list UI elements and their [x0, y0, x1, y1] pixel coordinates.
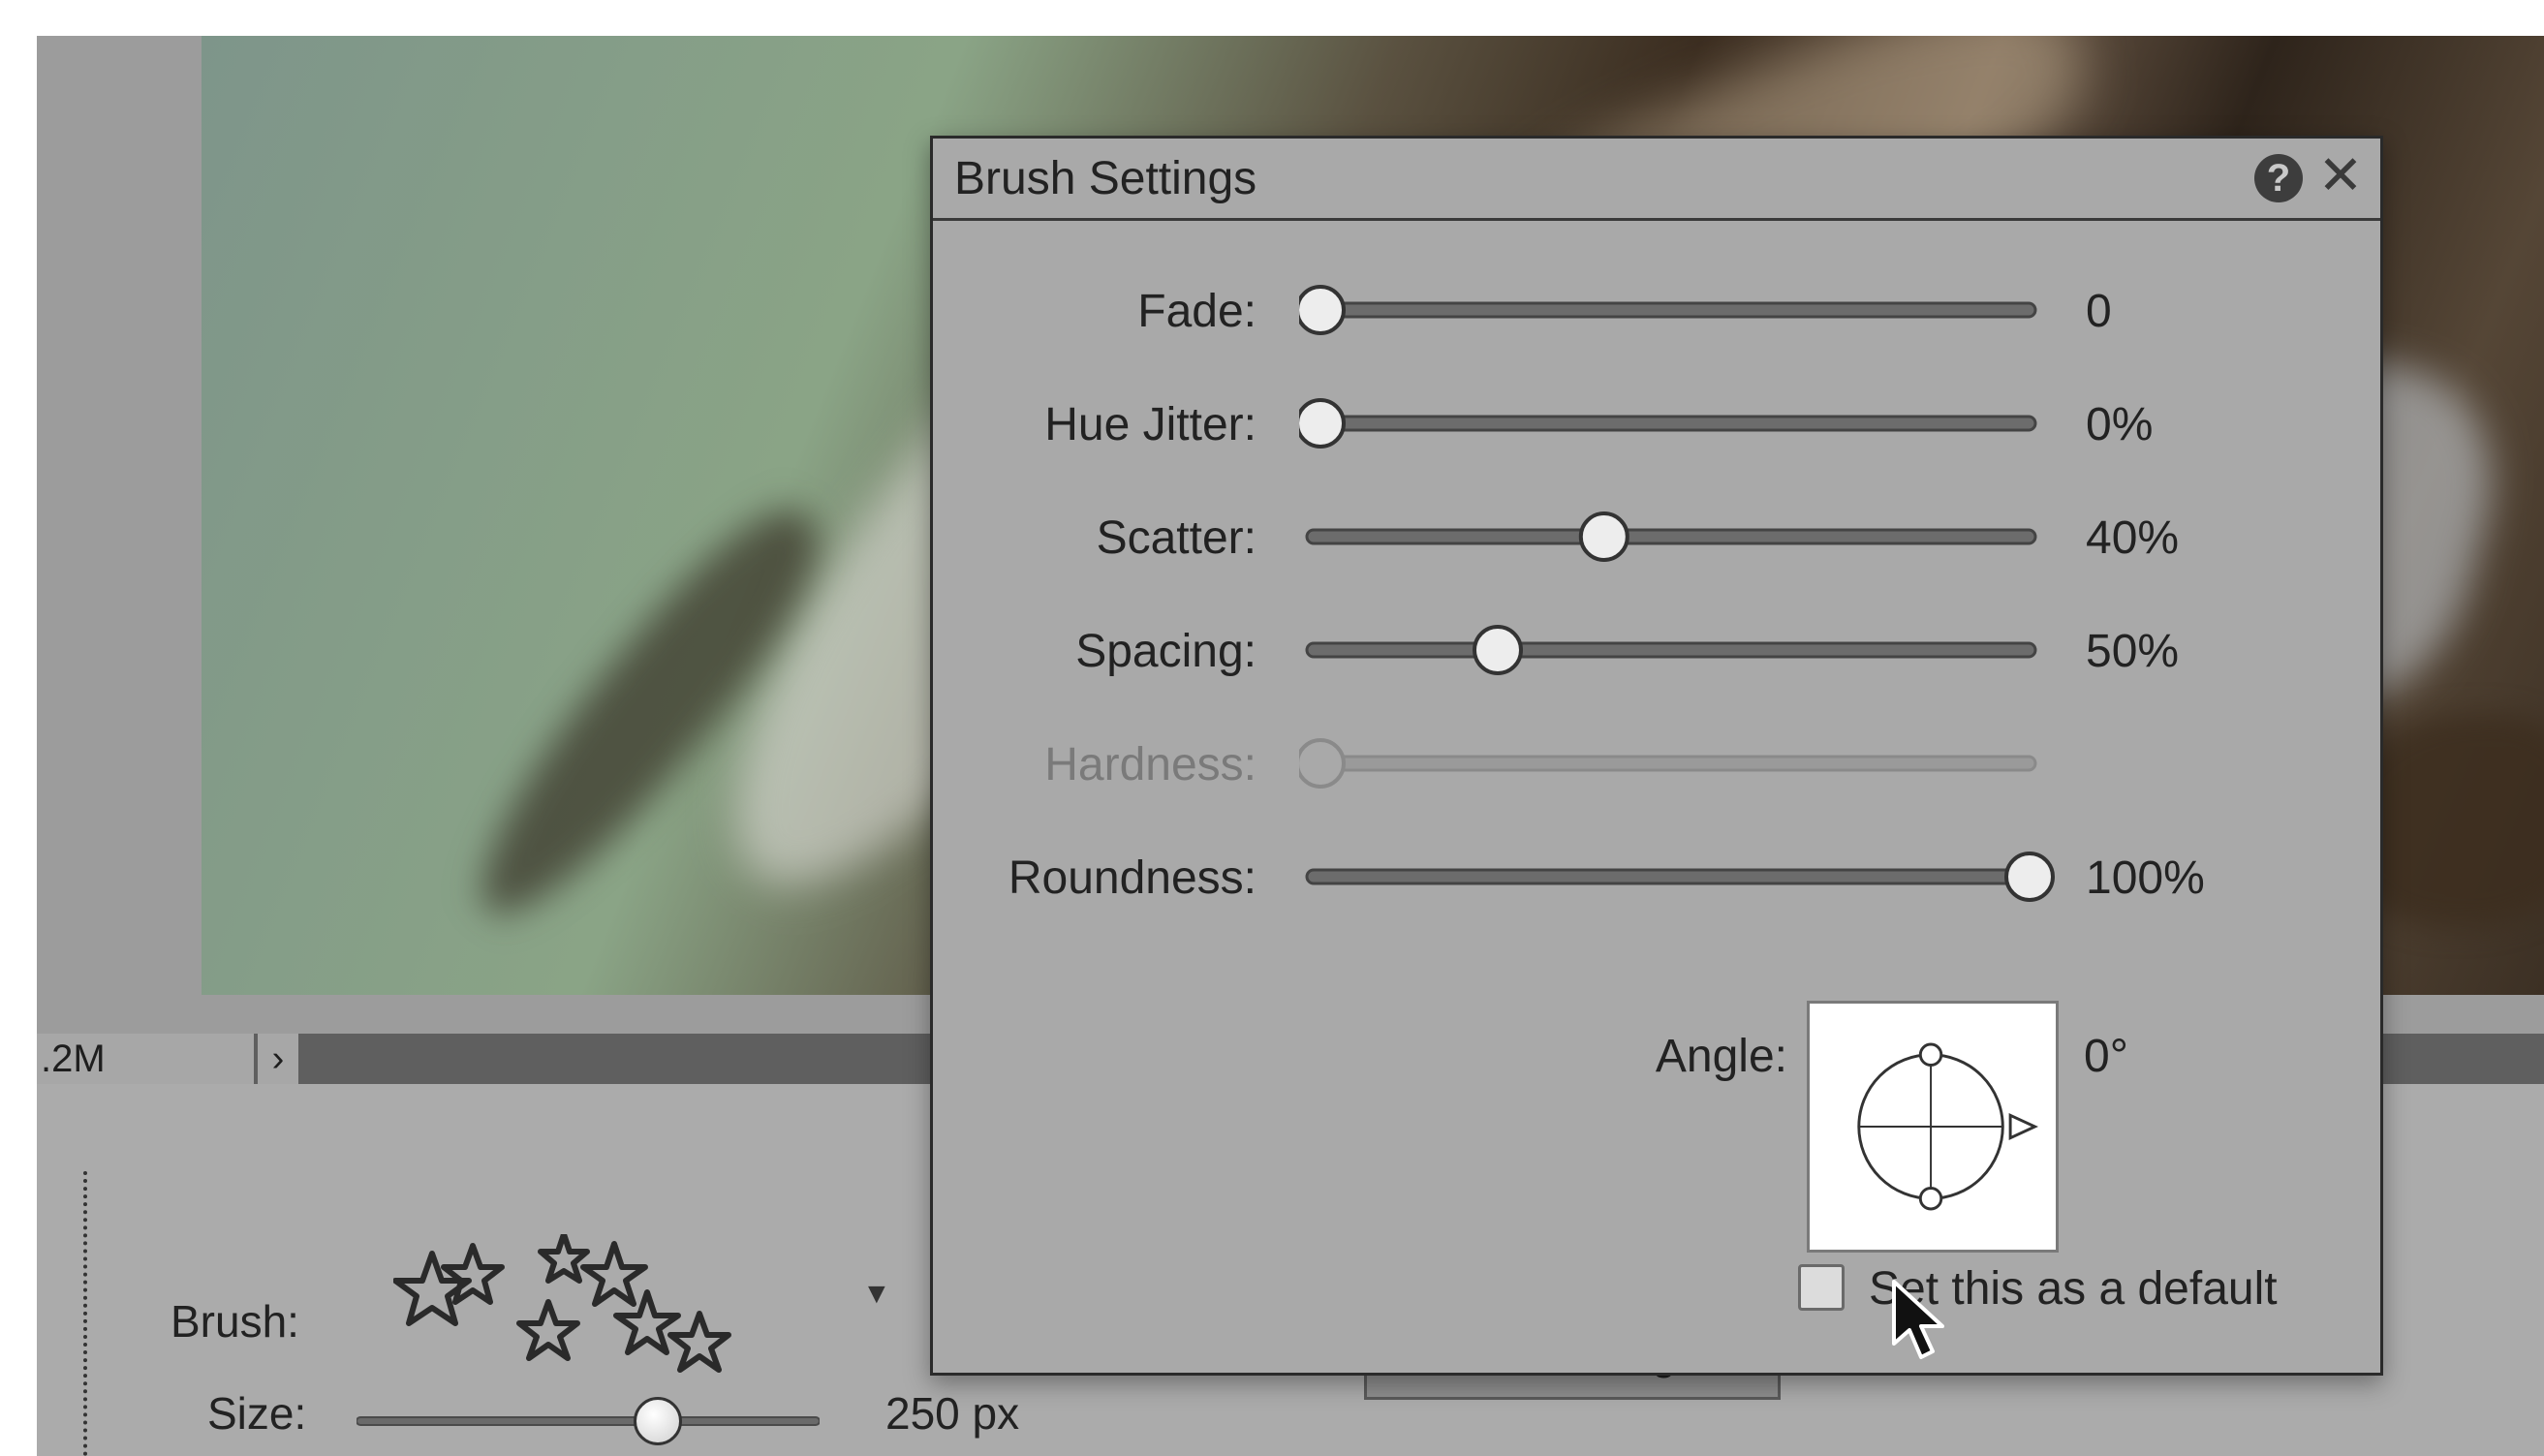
chevron-right-icon[interactable]: › [258, 1034, 298, 1084]
angle-value: 0° [2084, 1031, 2128, 1082]
brush-label: Brush: [171, 1296, 299, 1347]
default-checkbox[interactable] [1798, 1264, 1845, 1311]
slider-row: Hue Jitter: 0% [933, 385, 2380, 462]
slider-value: 100% [2086, 852, 2205, 904]
brush-settings-dialog: Brush Settings ? ✕ Fade: 0 Hue Jitter: 0% Sc… [930, 136, 2383, 1376]
slider-knob[interactable] [2004, 852, 2055, 902]
dialog-title: Brush Settings [954, 153, 1257, 204]
slider-label: Scatter: [1096, 512, 1256, 564]
slider-track [1299, 738, 2037, 789]
slider-label: Spacing: [1075, 626, 1256, 677]
slider-track[interactable] [1299, 385, 2064, 462]
size-slider[interactable] [357, 1411, 820, 1431]
panel-divider[interactable] [83, 1171, 87, 1456]
size-slider-knob[interactable] [633, 1397, 682, 1445]
slider-label: Hardness: [1044, 739, 1256, 790]
size-value: 250 px [885, 1388, 1020, 1439]
help-icon[interactable]: ? [2254, 154, 2303, 202]
slider-label: Roundness: [1008, 852, 1256, 904]
slider-knob [1299, 738, 1346, 789]
app-window: .2M › Brush: ▼ Size: 250 px Brush Settin… [37, 36, 2544, 1456]
slider-label: Fade: [1137, 286, 1256, 337]
slider-knob[interactable] [1473, 625, 1523, 675]
slider-knob[interactable] [1299, 398, 1346, 449]
slider-track[interactable] [1299, 611, 2064, 689]
slider-value: 50% [2086, 626, 2180, 677]
close-icon[interactable]: ✕ [2316, 146, 2365, 204]
size-label: Size: [207, 1388, 307, 1439]
slider-track[interactable] [1299, 838, 2064, 915]
slider-row: Spacing: 50% [933, 611, 2380, 689]
slider-knob[interactable] [1299, 285, 1346, 335]
slider-row: Hardness: [933, 725, 2380, 802]
slider-row: Roundness: 100% [933, 838, 2380, 915]
brush-dropdown-arrow-icon[interactable]: ▼ [862, 1278, 891, 1311]
brush-stars-icon[interactable] [393, 1234, 849, 1379]
document-size-field: .2M [37, 1034, 254, 1084]
slider-value: 0% [2086, 399, 2154, 450]
slider-label: Hue Jitter: [1044, 399, 1256, 450]
slider-track[interactable] [1299, 498, 2064, 575]
slider-knob[interactable] [1578, 511, 1629, 562]
slider-row: Scatter: 40% [933, 498, 2380, 575]
slider-value: 0 [2086, 286, 2112, 337]
slider-track[interactable] [1299, 271, 2064, 349]
slider-value: 40% [2086, 512, 2180, 564]
slider-row: Fade: 0 [933, 271, 2380, 349]
angle-label: Angle: [1655, 1031, 1787, 1082]
dialog-titlebar[interactable]: Brush Settings ? ✕ [933, 139, 2380, 221]
angle-control[interactable] [1807, 1001, 2059, 1253]
mouse-cursor-icon [1892, 1280, 1944, 1359]
